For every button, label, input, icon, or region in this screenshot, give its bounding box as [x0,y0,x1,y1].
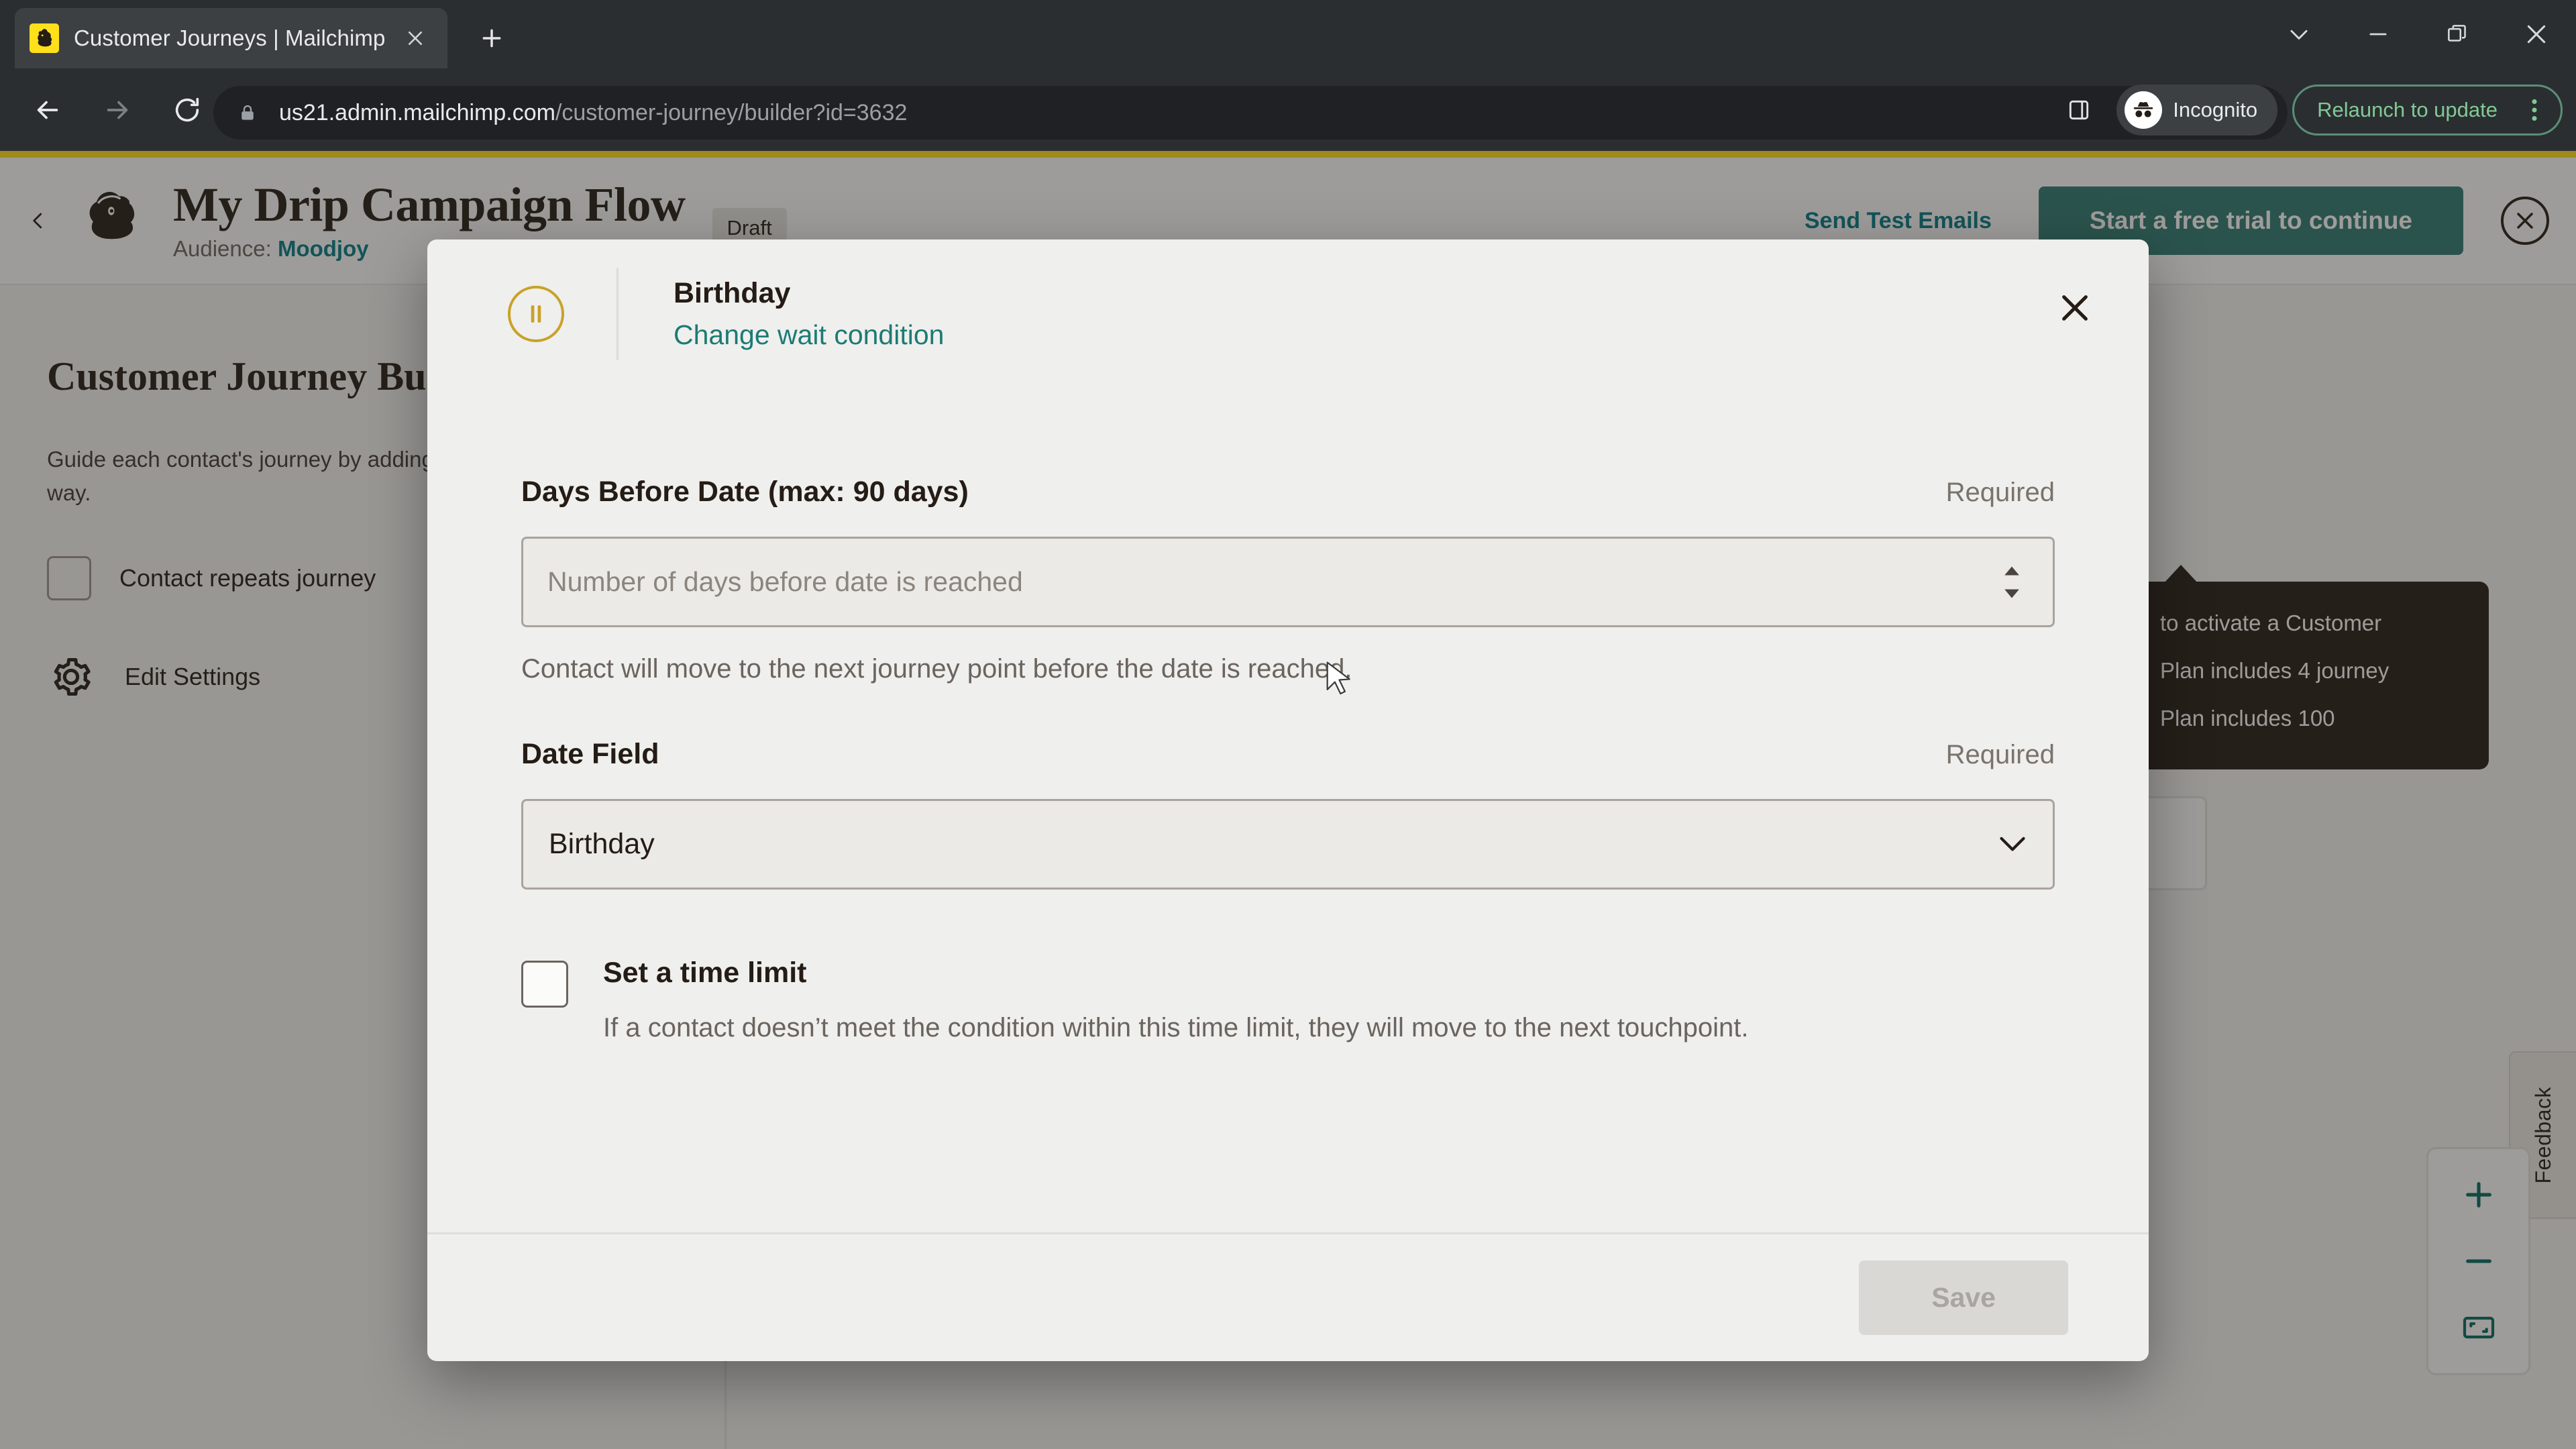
date-field-select[interactable]: Birthday [521,799,2055,890]
tab-search-chevron-down-icon[interactable] [2259,0,2339,68]
days-before-date-input[interactable] [547,566,2029,598]
url-path: /customer-journey/builder?id=3632 [555,99,908,125]
address-bar-url: us21.admin.mailchimp.com/customer-journe… [279,100,907,126]
wait-condition-modal: Birthday Change wait condition Days Befo… [427,239,2149,1361]
mouse-cursor [1326,661,1350,695]
restore-icon[interactable] [2418,0,2497,68]
relaunch-label: Relaunch to update [2317,97,2498,121]
tab-title: Customer Journeys | Mailchimp [74,25,386,50]
days-field-label: Days Before Date (max: 90 days) [521,476,969,508]
toolbar-right-actions: Incognito Relaunch to update [2055,68,2563,151]
window-close-icon[interactable] [2497,0,2576,68]
days-field-required: Required [1945,478,2055,507]
browser-chrome: Customer Journeys | Mailchimp us21.admin… [0,0,2576,151]
set-time-limit-texts: Set a time limit If a contact doesn’t me… [603,957,1749,1047]
kebab-menu-icon[interactable] [2515,87,2554,133]
forward-arrow-icon [87,80,148,140]
date-field-required: Required [1945,740,2055,769]
date-field-selected-value: Birthday [549,828,655,860]
chevron-down-icon [1998,830,2027,859]
side-panel-icon[interactable] [2055,86,2103,134]
date-field-block: Date Field Required Birthday [521,738,2055,890]
browser-tab[interactable]: Customer Journeys | Mailchimp [15,8,447,68]
days-field-help-text: Contact will move to the next journey po… [521,654,1352,684]
profile-incognito-button[interactable]: Incognito [2116,84,2278,136]
date-field-label: Date Field [521,738,659,770]
change-wait-condition-link[interactable]: Change wait condition [674,319,944,351]
modal-header: Birthday Change wait condition [427,239,2149,388]
date-field-label-row: Date Field Required [521,738,2055,771]
modal-close-icon[interactable] [2048,281,2102,335]
address-bar[interactable]: us21.admin.mailchimp.com/customer-journe… [213,86,2288,140]
modal-title: Birthday [674,277,791,309]
incognito-icon [2125,91,2163,129]
number-stepper[interactable] [2003,564,2021,600]
reload-icon[interactable] [157,80,217,140]
relaunch-to-update-button[interactable]: Relaunch to update [2292,84,2563,136]
modal-footer: Save [427,1232,2149,1361]
browser-toolbar: us21.admin.mailchimp.com/customer-journe… [0,68,2576,151]
caret-up-icon [2004,566,2019,575]
days-before-date-input-wrapper[interactable] [521,537,2055,627]
tab-strip: Customer Journeys | Mailchimp [0,0,2576,68]
days-field-label-row: Days Before Date (max: 90 days) Required [521,476,2055,508]
modal-header-divider [616,268,619,360]
pause-icon [508,286,564,342]
window-controls [2259,0,2576,68]
save-button[interactable]: Save [1859,1260,2068,1335]
tab-close-icon[interactable] [398,21,433,56]
new-tab-button[interactable] [470,16,514,60]
mailchimp-favicon [30,23,59,53]
profile-label: Incognito [2173,97,2258,121]
back-arrow-icon[interactable] [17,80,78,140]
url-host: us21.admin.mailchimp.com [279,99,555,125]
days-before-date-field: Days Before Date (max: 90 days) Required… [521,476,2055,684]
set-time-limit-block: Set a time limit If a contact doesn’t me… [521,957,2055,1047]
set-time-limit-description: If a contact doesn’t meet the condition … [603,1013,1749,1042]
set-time-limit-label: Set a time limit [603,957,807,989]
lock-icon [233,99,262,127]
minimize-icon[interactable] [2339,0,2418,68]
caret-down-icon [2004,589,2019,598]
modal-body: Days Before Date (max: 90 days) Required… [427,388,2149,1232]
set-time-limit-checkbox[interactable] [521,961,568,1008]
modal-header-text: Birthday Change wait condition [674,277,944,351]
